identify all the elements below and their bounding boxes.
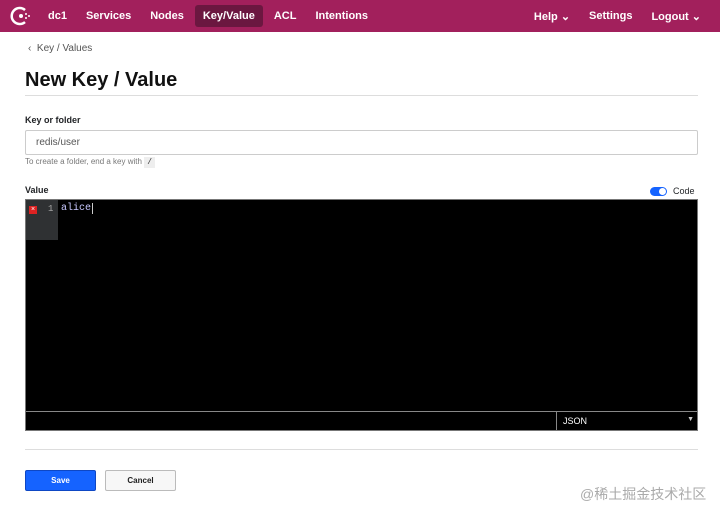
code-editor[interactable]: × 1 alice JSON ▼ — [25, 199, 698, 431]
breadcrumb-link[interactable]: Key / Values — [37, 43, 92, 54]
watermark: @稀土掘金技术社区 — [580, 486, 707, 502]
page-title: New Key / Value — [25, 69, 178, 91]
editor-gutter: × 1 — [26, 200, 58, 240]
consul-logo-icon[interactable] — [10, 5, 32, 27]
help-label: Help — [533, 10, 558, 23]
datacenter-selector[interactable]: dc1 — [40, 5, 75, 27]
top-nav: dc1 Services Nodes Key/Value ACL Intenti… — [0, 0, 720, 32]
nav-services[interactable]: Services — [78, 5, 139, 27]
toggle-label: Code — [673, 186, 695, 196]
error-icon: × — [29, 206, 37, 214]
breadcrumb[interactable]: ‹ Key / Values — [28, 43, 92, 54]
value-label: Value — [25, 185, 49, 195]
key-label: Key or folder — [25, 115, 81, 125]
nav-logout[interactable]: Logout ⌄ — [643, 5, 709, 28]
save-button[interactable]: Save — [25, 470, 96, 491]
chevron-down-icon: ⌄ — [560, 10, 571, 23]
key-help-text: To create a folder, end a key with / — [25, 157, 156, 168]
code-toggle[interactable]: Code — [650, 186, 695, 196]
nav-acl[interactable]: ACL — [266, 5, 305, 27]
nav-nodes[interactable]: Nodes — [142, 5, 192, 27]
divider — [25, 449, 698, 450]
editor-status-bar: JSON ▼ — [26, 411, 697, 430]
nav-key-value[interactable]: Key/Value — [194, 5, 263, 27]
nav-help[interactable]: Help ⌄ — [526, 5, 578, 28]
toggle-switch[interactable] — [650, 186, 667, 196]
divider — [25, 95, 698, 96]
chevron-left-icon: ‹ — [28, 43, 32, 54]
code-line[interactable]: alice — [61, 203, 94, 214]
chevron-down-icon: ⌄ — [691, 10, 701, 23]
dropdown-arrow-icon: ▼ — [687, 416, 694, 423]
help-code: / — [144, 157, 156, 168]
nav-settings[interactable]: Settings — [581, 5, 640, 27]
nav-intentions[interactable]: Intentions — [307, 5, 376, 27]
help-text: To create a folder, end a key with — [25, 157, 142, 166]
mode-select[interactable]: JSON ▼ — [556, 412, 698, 430]
cancel-button[interactable]: Cancel — [105, 470, 176, 491]
line-number: 1 — [48, 204, 54, 214]
key-input[interactable] — [25, 130, 698, 155]
mode-value: JSON — [563, 416, 588, 426]
logout-label: Logout — [651, 10, 689, 23]
